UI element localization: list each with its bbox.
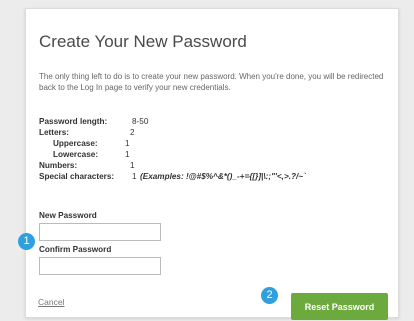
page-title: Create Your New Password	[39, 32, 247, 51]
confirm-password-input[interactable]	[39, 257, 161, 275]
requirement-lowercase-label: Lowercase:	[53, 150, 99, 159]
requirement-uppercase-label: Uppercase:	[53, 139, 98, 148]
requirement-special-value: 1	[132, 172, 137, 181]
intro-text: The only thing left to do is to create y…	[39, 72, 384, 92]
new-password-input[interactable]	[39, 223, 161, 241]
requirement-numbers-value: 1	[130, 161, 135, 170]
requirement-length-label: Password length:	[39, 117, 108, 126]
new-password-label: New Password	[39, 211, 97, 220]
requirement-numbers-label: Numbers:	[39, 161, 78, 170]
requirement-length-value: 8-50	[132, 117, 149, 126]
requirement-letters-label: Letters:	[39, 128, 70, 137]
step-2-badge: 2	[261, 287, 278, 304]
requirement-special-label: Special characters:	[39, 172, 115, 181]
requirement-uppercase-value: 1	[125, 139, 130, 148]
requirement-special-examples: (Examples: !@#$%^&*()_-+={[}]|\:;"'<,>.?…	[140, 172, 306, 181]
step-1-badge: 1	[18, 233, 35, 250]
reset-password-button[interactable]: Reset Password	[291, 293, 388, 320]
confirm-password-label: Confirm Password	[39, 245, 112, 254]
requirement-lowercase-value: 1	[125, 150, 130, 159]
reset-password-card: Create Your New Password The only thing …	[25, 8, 399, 320]
cancel-link[interactable]: Cancel	[38, 297, 64, 307]
requirement-letters-value: 2	[130, 128, 135, 137]
